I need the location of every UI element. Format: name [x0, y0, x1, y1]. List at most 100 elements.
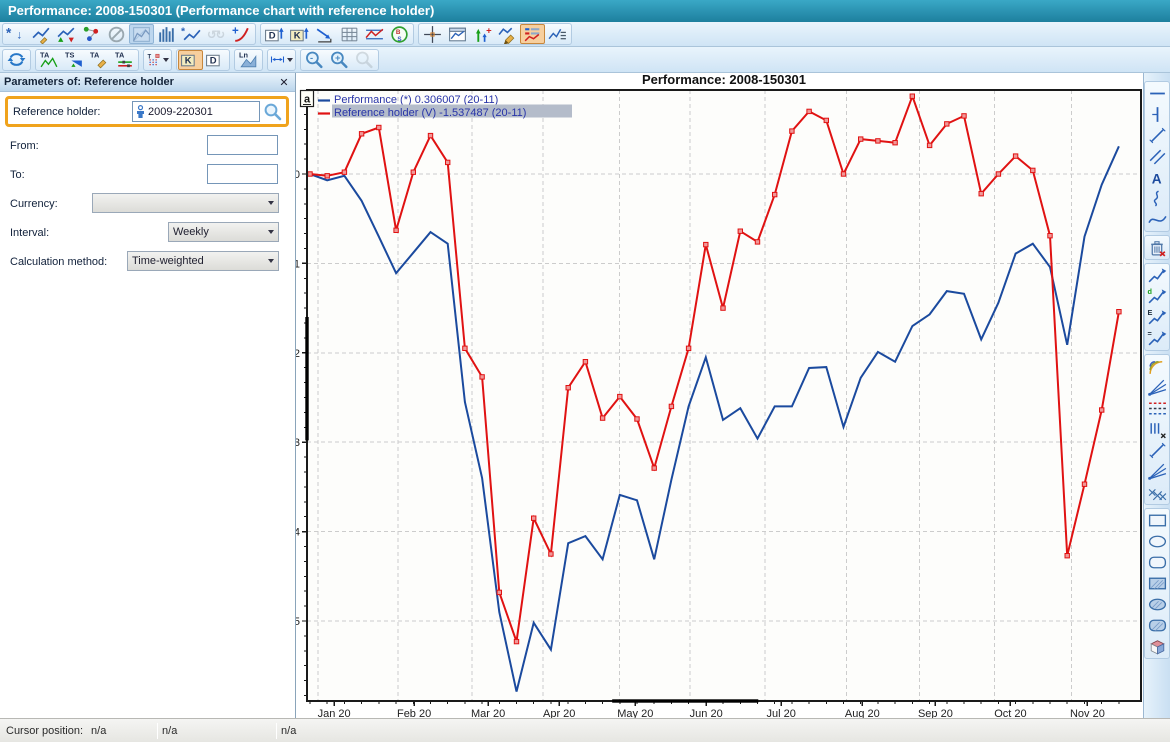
buy-sell-icon[interactable]: BS — [387, 24, 412, 44]
draw-mode-icon[interactable] — [495, 24, 520, 44]
performance-line-icon[interactable] — [29, 24, 54, 44]
svg-text:TA: TA — [115, 50, 125, 59]
table-view-icon[interactable]: T — [145, 50, 170, 70]
draw-filled-rectangle-icon[interactable] — [1145, 573, 1169, 594]
svg-text:+: + — [335, 53, 341, 64]
crosshatch-region-icon[interactable] — [1145, 482, 1169, 503]
zoom-reset-icon[interactable] — [352, 50, 377, 70]
indicator-list-icon[interactable] — [545, 24, 570, 44]
draw-filled-ellipse-icon[interactable] — [1145, 594, 1169, 615]
status-separator — [276, 723, 277, 739]
svg-text:-: - — [310, 53, 313, 64]
draw-curve-icon[interactable] — [1145, 209, 1169, 230]
history-compare-icon[interactable]: ↺↻ — [204, 24, 229, 44]
zoom-in-icon[interactable]: + — [327, 50, 352, 70]
legend-panel-icon[interactable] — [520, 24, 545, 44]
status-bar: Cursor position: n/a n/a n/a — [0, 718, 1170, 742]
draw-hline-icon[interactable] — [1145, 83, 1169, 104]
trend-deviation-icon[interactable]: d — [1145, 286, 1169, 307]
calculation-method-value: Time-weighted — [132, 255, 266, 267]
legend-item[interactable]: Reference holder (V) -1.537487 (20-11) — [334, 107, 526, 119]
draw-3d-box-icon[interactable] — [1145, 636, 1169, 657]
day-view-icon[interactable]: D — [203, 50, 228, 70]
overlay-lines-icon[interactable] — [362, 24, 387, 44]
legend-item[interactable]: Performance (*) 0.306007 (20-11) — [334, 94, 498, 106]
from-date-input[interactable] — [207, 135, 278, 155]
calculation-method-select[interactable]: Time-weighted — [127, 251, 279, 271]
parameters-panel-header: Parameters of: Reference holder ✕ — [0, 73, 295, 92]
draw-parallel-lines-icon[interactable] — [1145, 146, 1169, 167]
bar-chart-icon[interactable] — [154, 24, 179, 44]
time-zones-icon[interactable] — [1145, 419, 1169, 440]
search-holder-button[interactable] — [260, 100, 286, 124]
draw-freehand-icon[interactable] — [1145, 188, 1169, 209]
to-date-input[interactable] — [207, 164, 278, 184]
close-icon[interactable]: ✕ — [277, 75, 291, 89]
toolbar-group: T — [143, 49, 172, 71]
hide-markers-icon[interactable] — [104, 24, 129, 44]
draw-vline-icon[interactable] — [1145, 104, 1169, 125]
ta-settings-icon[interactable]: TA — [112, 50, 137, 70]
swap-axes-icon[interactable] — [312, 24, 337, 44]
performance-chart[interactable]: 0-1-2-3-4-5Jan 20Feb 20Mar 20Apr 20May 2… — [296, 73, 1143, 718]
annotation-badge[interactable]: a — [301, 91, 314, 107]
y-axis-zoom-bar[interactable] — [305, 317, 308, 440]
draw-text-icon[interactable]: A — [1145, 167, 1169, 188]
area-chart-icon[interactable] — [129, 24, 154, 44]
crosshair-icon[interactable] — [420, 24, 445, 44]
svg-text:D: D — [210, 56, 217, 67]
ts-signals-icon[interactable]: TS — [62, 50, 87, 70]
interval-label: Interval: — [0, 227, 49, 239]
ta-patterns-icon[interactable]: TA — [37, 50, 62, 70]
line-markers-icon[interactable]: * — [179, 24, 204, 44]
draw-roundrect-icon[interactable] — [1145, 552, 1169, 573]
reference-holder-input[interactable]: 2009-220301 — [132, 101, 260, 122]
trend-channel-icon[interactable] — [1145, 265, 1169, 286]
window-title: Performance: 2008-150301 (Performance ch… — [0, 0, 1170, 22]
add-curve-icon[interactable]: + — [229, 24, 254, 44]
auto-scale-icon[interactable]: + — [470, 24, 495, 44]
linked-points-icon[interactable] — [79, 24, 104, 44]
x-axis-zoom-bar[interactable] — [612, 699, 758, 702]
log-scale-icon[interactable]: Ln — [236, 50, 261, 70]
svg-text:↻: ↻ — [215, 29, 225, 41]
svg-text:Nov 20: Nov 20 — [1070, 708, 1105, 718]
fit-width-icon[interactable] — [269, 50, 294, 70]
draw-filled-roundrect-icon[interactable] — [1145, 615, 1169, 636]
to-label: To: — [0, 169, 25, 181]
holder-person-icon — [136, 105, 145, 119]
trend-error-icon[interactable]: E — [1145, 307, 1169, 328]
candle-axis-icon[interactable]: K — [287, 24, 312, 44]
candle-view-icon[interactable]: K — [178, 50, 203, 70]
parameters-panel-title: Parameters of: Reference holder — [4, 76, 277, 88]
toolbar-group: + — [418, 23, 572, 45]
day-axis-icon[interactable]: D — [262, 24, 287, 44]
reference-holder-label: Reference holder: — [8, 106, 132, 118]
trend-equal-icon[interactable]: = — [1145, 328, 1169, 349]
fibonacci-fan-icon[interactable] — [1145, 377, 1169, 398]
chart-window-icon[interactable] — [445, 24, 470, 44]
draw-rectangle-icon[interactable] — [1145, 510, 1169, 531]
chart-canvas[interactable]: 0-1-2-3-4-5Jan 20Feb 20Mar 20Apr 20May 2… — [296, 73, 1143, 718]
refresh-icon[interactable] — [4, 50, 29, 70]
high-low-markers-icon[interactable] — [54, 24, 79, 44]
draw-trendline-icon[interactable] — [1145, 125, 1169, 146]
gann-fan-icon[interactable] — [1145, 461, 1169, 482]
zoom-out-icon[interactable]: - — [302, 50, 327, 70]
ta-draw-icon[interactable]: TA — [87, 50, 112, 70]
delete-drawing-icon[interactable] — [1145, 237, 1169, 258]
toolbar-group: KD — [176, 49, 230, 71]
svg-text:Apr 20: Apr 20 — [543, 708, 575, 718]
draw-ellipse-icon[interactable] — [1145, 531, 1169, 552]
svg-text:Jan 20: Jan 20 — [318, 708, 351, 718]
currency-select[interactable] — [92, 193, 279, 213]
add-performance-series-icon[interactable]: *↓ — [4, 24, 29, 44]
fibonacci-arcs-icon[interactable] — [1145, 356, 1169, 377]
grid-toggle-icon[interactable] — [337, 24, 362, 44]
svg-text:S: S — [397, 35, 401, 42]
speed-line-icon[interactable] — [1145, 440, 1169, 461]
fibonacci-retracement-icon[interactable] — [1145, 398, 1169, 419]
toolbar-group — [1144, 508, 1170, 659]
toolbar-group: A — [1144, 81, 1170, 232]
interval-select[interactable]: Weekly — [168, 222, 279, 242]
